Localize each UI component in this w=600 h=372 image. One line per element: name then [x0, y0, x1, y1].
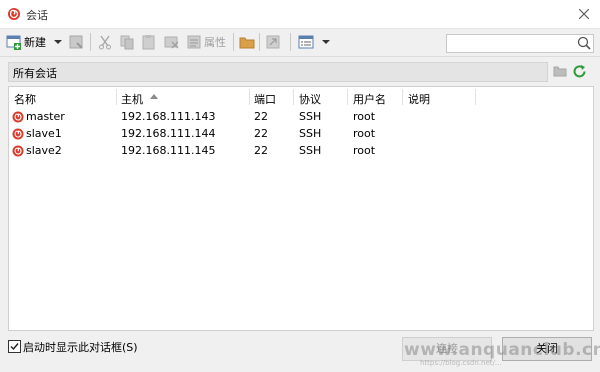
toolbar-separator — [233, 33, 234, 51]
session-port: 22 — [254, 144, 268, 157]
column-divider[interactable] — [475, 89, 476, 105]
cut-icon — [99, 35, 111, 50]
toolbar-separator — [290, 33, 291, 51]
dropdown-arrow-icon — [322, 40, 330, 44]
session-user: root — [353, 110, 376, 123]
folder-path-bar: 所有会话 — [8, 62, 548, 82]
session-port: 22 — [254, 110, 268, 123]
column-divider[interactable] — [293, 89, 294, 105]
watermark-subtext: https://blog.csdn.net/... — [420, 359, 502, 367]
session-protocol: SSH — [299, 144, 322, 157]
session-icon — [12, 128, 24, 140]
table-row[interactable]: slave2 192.168.111.145 22 SSH root — [9, 142, 593, 159]
paste-icon — [142, 35, 155, 50]
properties-button[interactable]: 属性 — [186, 32, 226, 52]
column-divider[interactable] — [249, 89, 250, 105]
close-icon — [579, 9, 589, 19]
dropdown-arrow-icon — [54, 40, 62, 44]
folder-path-label: 所有会话 — [13, 67, 57, 80]
session-protocol: SSH — [299, 110, 322, 123]
column-header-description[interactable]: 说明 — [408, 91, 430, 107]
column-header-host[interactable]: 主机 — [121, 91, 143, 107]
show-on-startup-checkbox[interactable] — [8, 340, 21, 353]
session-user: root — [353, 144, 376, 157]
session-host: 192.168.111.144 — [121, 127, 216, 140]
open-folder-button[interactable] — [239, 32, 255, 52]
properties-icon — [187, 35, 201, 49]
show-on-startup-label[interactable]: 启动时显示此对话框(S) — [23, 339, 138, 355]
session-name: slave1 — [26, 127, 62, 140]
checkmark-icon — [10, 343, 19, 351]
close-button[interactable] — [572, 3, 596, 25]
column-header-protocol[interactable]: 协议 — [299, 91, 321, 107]
properties-label: 属性 — [204, 36, 226, 49]
column-header-port[interactable]: 端口 — [254, 91, 276, 107]
new-session-button[interactable]: 新建 — [6, 32, 46, 52]
delete-icon — [164, 36, 179, 49]
refresh-icon[interactable] — [572, 64, 587, 79]
column-header-name[interactable]: 名称 — [14, 91, 36, 107]
new-folder-icon[interactable] — [553, 64, 567, 78]
quick-connect-button[interactable] — [68, 32, 84, 52]
session-user: root — [353, 127, 376, 140]
watermark: www.anquanclub.cn — [404, 340, 600, 360]
window-title: 会话 — [26, 9, 48, 22]
table-row[interactable]: slave1 192.168.111.144 22 SSH root — [9, 125, 593, 142]
folder-icon — [239, 37, 255, 49]
title-bar: 会话 — [0, 0, 600, 29]
column-divider[interactable] — [116, 89, 117, 105]
table-header: 名称 主机 端口 协议 用户名 说明 — [9, 87, 593, 107]
session-list: 名称 主机 端口 协议 用户名 说明 master 192.168.111.14… — [8, 86, 594, 331]
new-dropdown-button[interactable] — [54, 32, 62, 52]
sort-ascending-icon — [150, 94, 158, 99]
copy-icon — [120, 35, 134, 50]
session-icon — [12, 111, 24, 123]
quick-connect-icon — [69, 35, 83, 49]
search-icon[interactable] — [577, 36, 591, 50]
column-divider[interactable] — [347, 89, 348, 105]
view-icon — [298, 35, 314, 49]
toolbar-separator — [259, 33, 260, 51]
toolbar-separator — [90, 33, 91, 51]
export-button[interactable] — [265, 32, 281, 52]
new-session-label: 新建 — [24, 36, 46, 49]
cut-button[interactable] — [97, 32, 113, 52]
snail-icon — [8, 8, 20, 20]
table-row[interactable]: master 192.168.111.143 22 SSH root — [9, 108, 593, 125]
delete-button[interactable] — [163, 32, 179, 52]
paste-button[interactable] — [141, 32, 157, 52]
column-header-user[interactable]: 用户名 — [353, 91, 386, 107]
export-icon — [266, 35, 280, 49]
session-host: 192.168.111.143 — [121, 110, 216, 123]
session-name: slave2 — [26, 144, 62, 157]
view-dropdown-button[interactable] — [322, 32, 330, 52]
copy-button[interactable] — [119, 32, 135, 52]
session-host: 192.168.111.145 — [121, 144, 216, 157]
search-input[interactable] — [446, 34, 594, 53]
session-icon — [12, 145, 24, 157]
session-port: 22 — [254, 127, 268, 140]
new-session-icon — [6, 35, 21, 50]
session-name: master — [26, 110, 65, 123]
session-protocol: SSH — [299, 127, 322, 140]
column-divider[interactable] — [402, 89, 403, 105]
view-button[interactable] — [298, 32, 314, 52]
